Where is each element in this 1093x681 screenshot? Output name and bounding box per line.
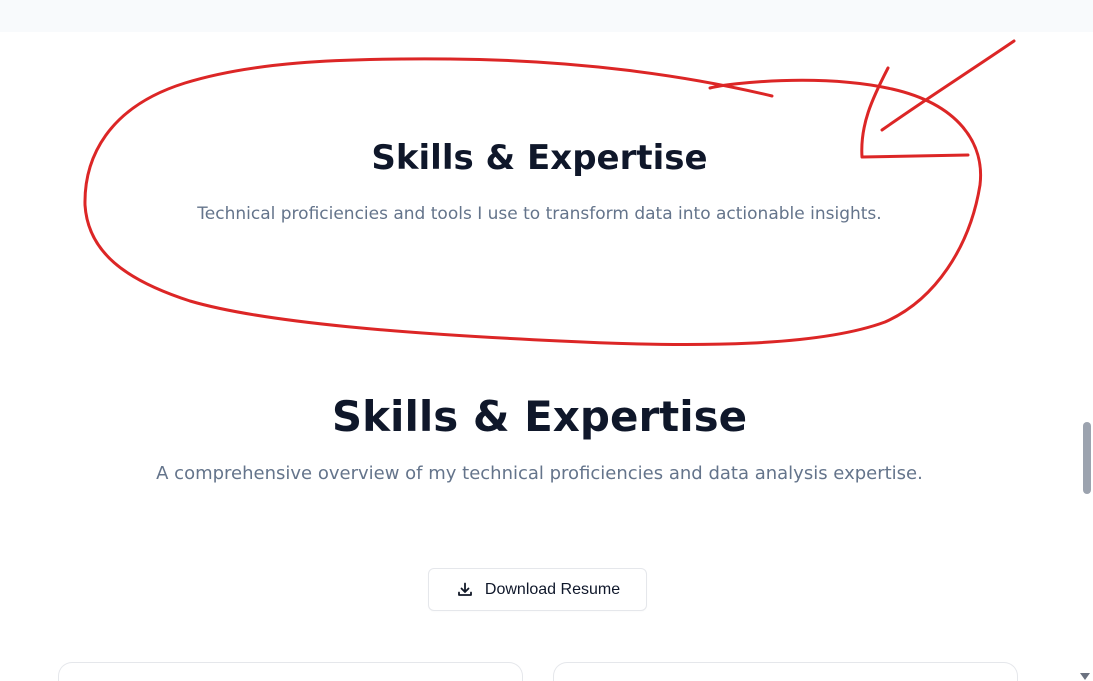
skill-card-left — [58, 662, 523, 681]
vertical-scrollbar[interactable] — [1079, 32, 1093, 681]
download-resume-label: Download Resume — [484, 580, 621, 598]
scroll-down-icon[interactable] — [1080, 673, 1090, 680]
skill-card-right — [553, 662, 1018, 681]
arrow-annotation — [880, 39, 1016, 132]
download-icon — [455, 580, 475, 600]
skills-section-subtitle: A comprehensive overview of my technical… — [156, 463, 923, 484]
portfolio-page: Skills & Expertise Technical proficienci… — [0, 0, 1093, 681]
top-band — [0, 0, 1093, 32]
skills-header-subtitle: Technical proficiencies and tools I use … — [197, 204, 882, 224]
download-resume-button[interactable]: Download Resume — [428, 568, 647, 611]
skills-header-title: Skills & Expertise — [371, 138, 708, 178]
scrollbar-thumb[interactable] — [1083, 422, 1091, 494]
skills-section-title: Skills & Expertise — [331, 392, 748, 441]
